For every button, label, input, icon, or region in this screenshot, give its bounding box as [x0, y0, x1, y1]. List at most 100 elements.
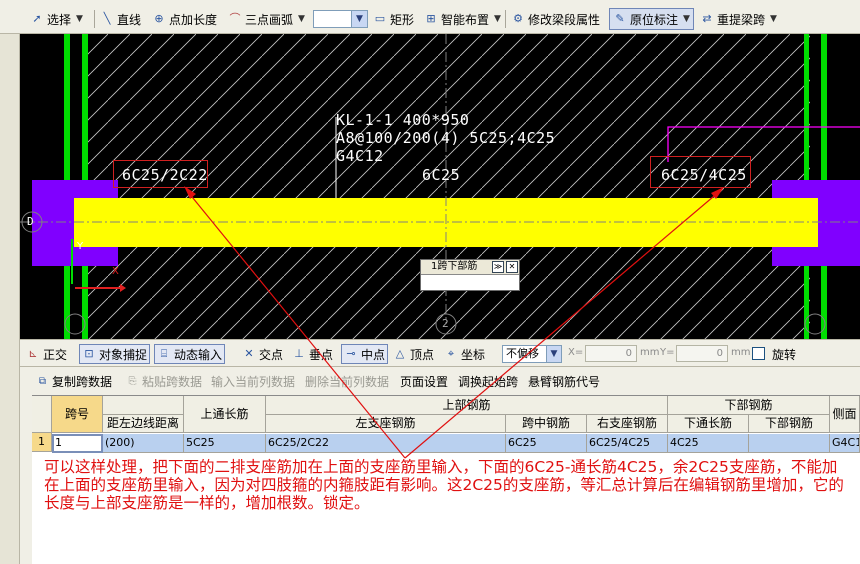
svg-text:Y: Y [76, 241, 84, 252]
three-point-arc-button[interactable]: ⌒ 三点画弧 ▼ [228, 9, 305, 29]
cell-left-edge-dist[interactable]: (200) [103, 434, 184, 453]
header-left-edge-dist: 距左边线距离 [103, 415, 184, 433]
right-support-rebar-label: 6C25/4C25 [661, 166, 747, 184]
chevron-down-icon: ▼ [770, 14, 777, 24]
object-snap-toggle[interactable]: ⊡ 对象捕捉 [79, 344, 151, 364]
re-extract-span-button[interactable]: ⇄ 重提梁跨 ▼ [700, 9, 777, 29]
header-left-support: 左支座钢筋 [266, 415, 506, 433]
cell-right-support[interactable]: 6C25/4C25 [587, 434, 668, 453]
cantilever-code-button[interactable]: 悬臂钢筋代号 [528, 373, 600, 390]
beam-label-line3: G4C12 [336, 147, 384, 165]
properties-icon: ⚙ [513, 12, 523, 25]
rect-tool-button[interactable]: ▭ 矩形 [373, 9, 414, 29]
cell-left-support[interactable]: 6C25/2C22 [266, 434, 506, 453]
re-extract-icon: ⇄ [702, 12, 712, 25]
toolbar-divider [505, 10, 506, 28]
perpendicular-icon: ⊥ [294, 347, 304, 360]
copy-span-data-button[interactable]: ⧉ 复制跨数据 [36, 373, 112, 390]
line-icon: ╲ [103, 12, 111, 25]
row-number-1[interactable]: 1 [32, 433, 52, 452]
modify-span-props-button[interactable]: ⚙ 修改梁段属性 [511, 9, 600, 29]
offset-mode-select[interactable]: 不偏移 ▼ [502, 345, 562, 363]
smart-layout-button[interactable]: ⊞ 智能布置 ▼ [424, 9, 501, 29]
drawing-canvas[interactable]: Y X KL-1-1 400*950 A8@100/200(4) 5C25;4C… [20, 34, 860, 339]
snap-icon: ⊡ [84, 347, 94, 360]
beam-label-line1: KL-1-1 400*950 [336, 111, 470, 129]
coordinate-snap[interactable]: ⌖ 坐标 [444, 344, 485, 364]
line-style-select[interactable]: ▼ [313, 10, 368, 28]
chevron-down-icon: ▼ [298, 14, 305, 24]
left-dock-strip [0, 0, 20, 564]
axis-label-2: 2 [442, 317, 450, 330]
header-bottom-rebar-group: 下部钢筋 [668, 396, 830, 415]
header-top-rebar-group: 上部钢筋 [266, 396, 668, 415]
in-situ-mark-button[interactable]: ✎ 原位标注 ▼ [609, 8, 694, 30]
cell-span-no[interactable]: 1 [52, 434, 103, 453]
snap-toolbar: ⊾ 正交 ⊡ 对象捕捉 ⌸ 动态输入 ✕ 交点 ⊥ 垂点 ⊸ 中点 △ 顶点 ⌖… [20, 339, 860, 367]
rectangle-icon: ▭ [374, 12, 386, 25]
span-bottom-rebar-input-popup[interactable]: 1跨下部筋 ≫ ✕ [420, 259, 520, 291]
header-top-through: 上通长筋 [184, 396, 266, 433]
collapse-icon[interactable]: ≫ [492, 261, 504, 273]
paste-span-data-button[interactable]: ⎘ 粘贴跨数据 [126, 373, 203, 390]
perpendicular-snap[interactable]: ⊥ 垂点 [292, 344, 333, 364]
chevron-down-icon: ▼ [76, 14, 83, 24]
y-coord-input[interactable]: 0 [676, 345, 728, 362]
dynamic-input-toggle[interactable]: ⌸ 动态输入 [154, 344, 226, 364]
paste-icon: ⎘ [128, 376, 137, 387]
header-right-support: 右支座钢筋 [587, 415, 668, 433]
header-blank [103, 396, 184, 415]
midpoint-snap[interactable]: ⊸ 中点 [341, 344, 389, 364]
cell-top-through[interactable]: 5C25 [184, 434, 266, 453]
cell-bottom-rebar[interactable] [749, 434, 830, 453]
select-tool-button[interactable]: ➚ 选择 ▼ [30, 9, 83, 29]
chevron-down-icon: ▼ [494, 14, 501, 24]
y-unit-label: mm [731, 347, 751, 358]
chevron-down-icon: ▼ [351, 11, 367, 27]
cursor-icon: ➚ [32, 12, 42, 25]
point-length-icon: ⊕ [154, 12, 164, 25]
header-span-no: 跨号 [52, 396, 103, 433]
page-settings-button[interactable]: 页面设置 [400, 373, 448, 390]
arc-icon: ⌒ [229, 12, 241, 25]
vertex-icon: △ [395, 347, 405, 360]
copy-icon: ⧉ [38, 376, 47, 387]
cell-bottom-through[interactable]: 4C25 [668, 434, 749, 453]
edit-mark-icon: ✎ [615, 12, 625, 25]
drawing-toolbar: ➚ 选择 ▼ ╲ 直线 ⊕ 点加长度 ⌒ 三点画弧 ▼ ▼ ▭ 矩形 ⊞ 智能布置 ▼… [0, 0, 860, 34]
intersection-snap[interactable]: ✕ 交点 [242, 344, 283, 364]
ortho-toggle[interactable]: ⊾ 正交 [26, 344, 67, 364]
header-mid-span: 跨中钢筋 [506, 415, 587, 433]
x-unit-label: mm [640, 347, 660, 358]
input-current-column-button[interactable]: 输入当前列数据 [211, 373, 295, 390]
svg-text:X: X [112, 266, 119, 277]
beam-label-line2: A8@100/200(4) 5C25;4C25 [336, 129, 556, 147]
chevron-down-icon: ▼ [546, 346, 561, 362]
cell-side[interactable]: G4C12 [830, 434, 860, 453]
adjust-start-span-button[interactable]: 调换起始跨 [458, 373, 518, 390]
popup-header: 1跨下部筋 ≫ ✕ [421, 260, 519, 275]
axis-label-d: D [27, 215, 35, 228]
dynamic-input-icon: ⌸ [160, 347, 168, 360]
point-length-tool-button[interactable]: ⊕ 点加长度 [152, 9, 217, 29]
toolbar-divider [94, 10, 95, 28]
panel-toolbar: ⧉ 复制跨数据 ⎘ 粘贴跨数据 输入当前列数据 删除当前列数据 页面设置 调换起… [20, 367, 860, 393]
delete-current-column-button[interactable]: 删除当前列数据 [305, 373, 389, 390]
x-coord-input[interactable]: 0 [585, 345, 637, 362]
midpoint-icon: ⊸ [346, 347, 356, 360]
line-tool-button[interactable]: ╲ 直线 [100, 9, 141, 29]
chevron-down-icon: ▼ [683, 14, 690, 24]
cell-mid-span[interactable]: 6C25 [506, 434, 587, 453]
header-bottom-through: 下通长筋 [668, 415, 749, 433]
smart-layout-icon: ⊞ [426, 12, 436, 25]
vertex-snap[interactable]: △ 顶点 [393, 344, 434, 364]
header-side: 侧面 [830, 396, 860, 433]
rotate-checkbox[interactable] [752, 347, 765, 360]
x-coord-label: X= [568, 347, 584, 358]
coordinate-icon: ⌖ [447, 347, 455, 360]
header-bottom-rebar: 下部钢筋 [749, 415, 830, 433]
annotation-note: 可以这样处理，把下面的二排支座筋加在上面的支座筋里输入，下面的6C25-通长筋4… [44, 458, 844, 512]
mid-rebar-label: 6C25 [422, 166, 461, 184]
close-icon[interactable]: ✕ [506, 261, 518, 273]
ortho-icon: ⊾ [28, 347, 38, 360]
